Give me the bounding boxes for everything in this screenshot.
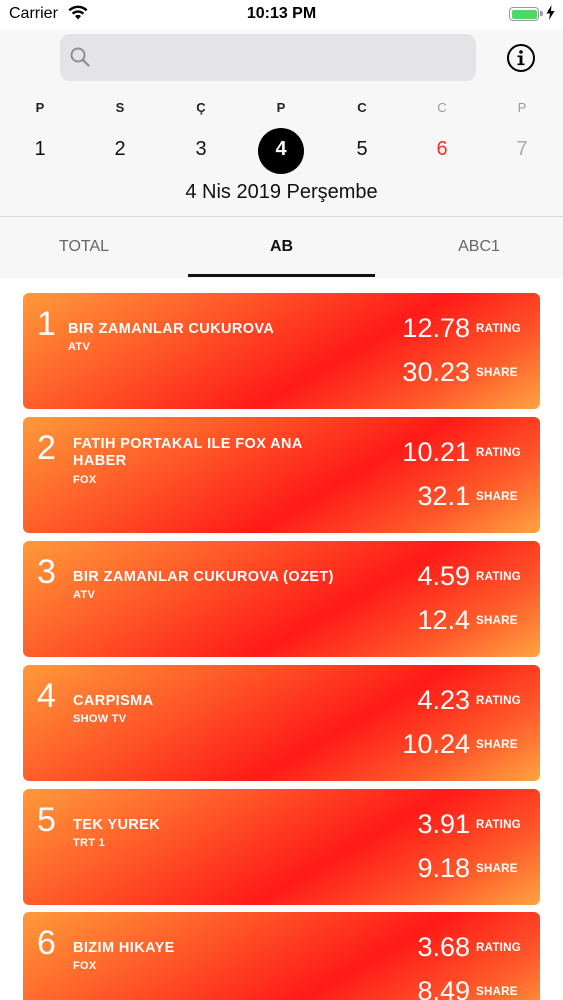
rank-number: 4 — [37, 677, 56, 715]
day-number: 2 — [114, 138, 126, 160]
share-value: 9.18 — [417, 853, 470, 883]
search-icon — [70, 47, 90, 72]
header: P 1 S 2 Ç 3 P 4 C 5 C 6 P 7 4 Nis 2019 P… — [0, 30, 563, 278]
channel-name: ATV — [73, 589, 96, 601]
share-label: SHARE — [476, 986, 518, 998]
rating-value: 10.21 — [402, 437, 470, 467]
rating-label: RATING — [476, 819, 522, 831]
week-strip: P 1 S 2 Ç 3 P 4 C 5 C 6 P 7 — [0, 94, 563, 184]
share-label: SHARE — [476, 367, 518, 379]
rating-label: RATING — [476, 695, 522, 707]
rating-value: 3.68 — [417, 932, 470, 962]
day-letter: P — [276, 100, 286, 115]
rating-value: 3.91 — [417, 809, 470, 839]
program-title: BIR ZAMANLAR CUKUROVA (OZET) — [73, 569, 334, 585]
rating-value: 12.78 — [402, 313, 470, 343]
channel-name: TRT 1 — [73, 837, 106, 849]
tab-total[interactable]: TOTAL — [0, 217, 168, 278]
active-tab-indicator — [188, 274, 375, 277]
channel-name: FOX — [73, 474, 97, 486]
program-card[interactable]: 6 BIZIM HIKAYE FOX 3.68 RATING 8.49 SHAR… — [23, 912, 540, 1000]
rank-number: 2 — [37, 429, 56, 467]
day-number: 3 — [195, 138, 207, 160]
rank-number: 1 — [37, 305, 56, 343]
battery-icon — [509, 7, 543, 21]
program-title: FATIH PORTAKAL ILE FOX ANA HABER — [73, 436, 303, 469]
program-title: TEK YUREK — [73, 817, 161, 833]
rating-label: RATING — [476, 942, 522, 954]
info-icon[interactable] — [506, 43, 536, 73]
program-card[interactable]: 2 FATIH PORTAKAL ILE FOX ANA HABER FOX 1… — [23, 417, 540, 533]
rating-label: RATING — [476, 571, 522, 583]
program-card[interactable]: 3 BIR ZAMANLAR CUKUROVA (OZET) ATV 4.59 … — [23, 541, 540, 657]
selected-date-label: 4 Nis 2019 Perşembe — [185, 181, 378, 203]
rating-value: 4.23 — [417, 685, 470, 715]
share-label: SHARE — [476, 863, 518, 875]
rating-value: 4.59 — [417, 561, 470, 591]
share-label: SHARE — [476, 739, 518, 751]
ratings-list[interactable]: 1 BIR ZAMANLAR CUKUROVA ATV 12.78 RATING… — [0, 278, 563, 1000]
share-value: 8.49 — [417, 976, 470, 1000]
search-input[interactable] — [100, 34, 464, 83]
channel-name: ATV — [68, 341, 91, 353]
segment-tabs: TOTAL AB ABC1 — [0, 217, 563, 278]
day-letter: C — [357, 100, 367, 115]
rank-number: 6 — [37, 924, 56, 962]
channel-name: FOX — [73, 960, 97, 972]
tab-abc1[interactable]: ABC1 — [395, 217, 563, 278]
program-title: BIZIM HIKAYE — [73, 940, 175, 956]
day-letter: S — [115, 100, 125, 115]
share-value: 10.24 — [402, 729, 470, 759]
day-letter: P — [517, 100, 527, 115]
clock: 10:13 PM — [246, 5, 317, 22]
day-number: 7 — [516, 138, 528, 160]
program-title: BIR ZAMANLAR CUKUROVA — [68, 321, 275, 337]
status-bar: Carrier 10:13 PM — [0, 0, 563, 30]
day-number: 4 — [275, 138, 287, 160]
program-card[interactable]: 5 TEK YUREK TRT 1 3.91 RATING 9.18 SHARE — [23, 789, 540, 905]
day-letter: Ç — [196, 100, 206, 115]
day-number: 1 — [34, 138, 46, 160]
day-letter: C — [437, 100, 447, 115]
day-letter: P — [35, 100, 45, 115]
search-bar[interactable] — [60, 34, 476, 83]
tab-ab[interactable]: AB — [188, 217, 375, 278]
program-card[interactable]: 4 CARPISMA SHOW TV 4.23 RATING 10.24 SHA… — [23, 665, 540, 781]
share-value: 30.23 — [402, 357, 470, 387]
rank-number: 3 — [37, 553, 56, 591]
charging-icon — [546, 5, 555, 25]
channel-name: SHOW TV — [73, 713, 127, 725]
share-value: 12.4 — [417, 605, 470, 635]
rating-label: RATING — [476, 323, 522, 335]
rating-label: RATING — [476, 447, 522, 459]
program-title: CARPISMA — [73, 693, 154, 709]
day-number: 6 — [436, 138, 448, 160]
day-number: 5 — [356, 138, 368, 160]
rank-number: 5 — [37, 801, 56, 839]
share-label: SHARE — [476, 615, 518, 627]
share-label: SHARE — [476, 491, 518, 503]
share-value: 32.1 — [417, 481, 470, 511]
program-card[interactable]: 1 BIR ZAMANLAR CUKUROVA ATV 12.78 RATING… — [23, 293, 540, 409]
